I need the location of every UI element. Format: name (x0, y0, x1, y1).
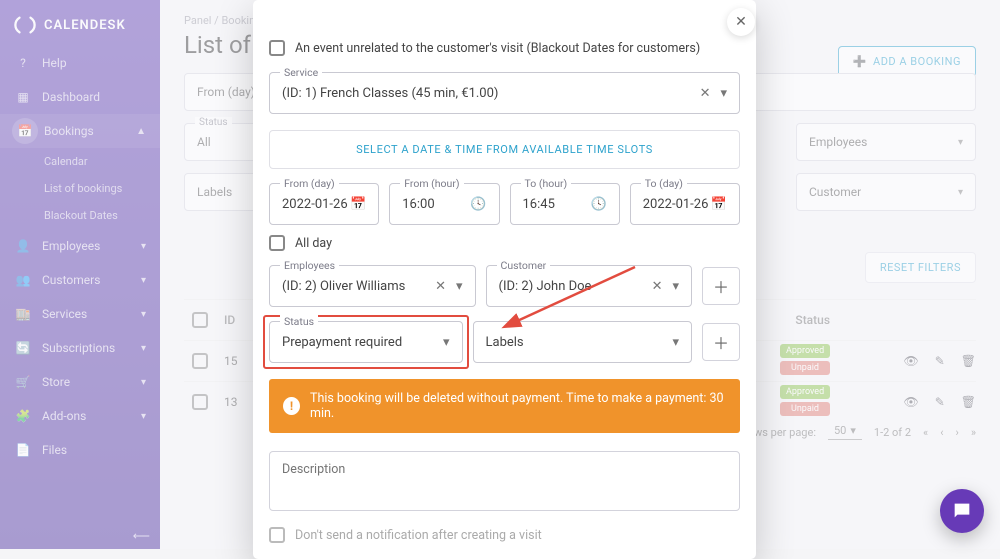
field-label: To (hour) (521, 177, 572, 190)
to-hour-field[interactable]: To (hour) 16:45 🕓 (510, 183, 620, 225)
chevron-down-icon[interactable]: ▾ (456, 279, 463, 294)
select-timeslot-button[interactable]: SELECT A DATE & TIME FROM AVAILABLE TIME… (269, 130, 740, 169)
labels-select[interactable]: Labels ▾ (473, 321, 693, 363)
field-label: Service (280, 66, 322, 79)
calendar-icon[interactable]: 📅 (711, 197, 727, 212)
from-day-field[interactable]: From (day) 2022-01-26 📅 (269, 183, 379, 225)
field-label: From (hour) (400, 177, 463, 190)
description-textarea[interactable] (269, 451, 740, 511)
field-value: 2022-01-26 (282, 197, 348, 212)
field-value: (ID: 2) John Doe (499, 279, 592, 294)
status-select[interactable]: Status Prepayment required ▾ (269, 321, 463, 363)
from-hour-field[interactable]: From (hour) 16:00 🕓 (389, 183, 499, 225)
chat-fab[interactable] (940, 489, 984, 533)
field-label: To (day) (641, 177, 687, 190)
clear-icon[interactable]: ✕ (435, 279, 446, 294)
chat-icon (951, 500, 973, 522)
clear-icon[interactable]: ✕ (652, 279, 663, 294)
prepayment-warning: ! This booking will be deleted without p… (269, 379, 740, 433)
field-label: Employees (280, 259, 339, 272)
field-label: From (day) (280, 177, 339, 190)
field-value: (ID: 1) French Classes (45 min, €1.00) (282, 86, 498, 101)
field-value: (ID: 2) Oliver Williams (282, 279, 405, 294)
close-dialog-button[interactable]: ✕ (727, 8, 755, 36)
clock-icon[interactable]: 🕓 (591, 197, 607, 212)
warning-text: This booking will be deleted without pay… (310, 391, 726, 421)
chevron-down-icon[interactable]: ▾ (720, 86, 727, 101)
field-value: 16:00 (402, 197, 434, 212)
to-day-field[interactable]: To (day) 2022-01-26 📅 (630, 183, 740, 225)
booking-dialog: An event unrelated to the customer's vis… (253, 0, 756, 559)
add-customer-button[interactable]: ＋ (702, 267, 740, 305)
customer-select[interactable]: Customer (ID: 2) John Doe ✕▾ (486, 265, 693, 307)
unrelated-event-checkbox[interactable] (269, 40, 285, 56)
calendar-icon[interactable]: 📅 (350, 197, 366, 212)
no-notification-checkbox[interactable] (269, 527, 285, 543)
clear-icon[interactable]: ✕ (700, 86, 711, 101)
warning-icon: ! (283, 397, 300, 415)
service-select[interactable]: Service (ID: 1) French Classes (45 min, … (269, 72, 740, 114)
chevron-down-icon[interactable]: ▾ (672, 279, 679, 294)
field-value: 2022-01-26 (643, 197, 709, 212)
field-value: Prepayment required (282, 335, 402, 350)
all-day-label: All day (295, 236, 332, 251)
field-value: 16:45 (523, 197, 555, 212)
chevron-down-icon[interactable]: ▾ (672, 335, 679, 350)
add-label-button[interactable]: ＋ (702, 323, 740, 361)
unrelated-event-label: An event unrelated to the customer's vis… (295, 41, 700, 56)
employees-select[interactable]: Employees (ID: 2) Oliver Williams ✕▾ (269, 265, 476, 307)
all-day-checkbox[interactable] (269, 235, 285, 251)
field-placeholder: Labels (486, 335, 524, 350)
field-label: Customer (497, 259, 551, 272)
chevron-down-icon[interactable]: ▾ (443, 335, 450, 350)
field-label: Status (280, 315, 318, 328)
clock-icon[interactable]: 🕓 (470, 197, 486, 212)
no-notification-label: Don't send a notification after creating… (295, 528, 542, 543)
